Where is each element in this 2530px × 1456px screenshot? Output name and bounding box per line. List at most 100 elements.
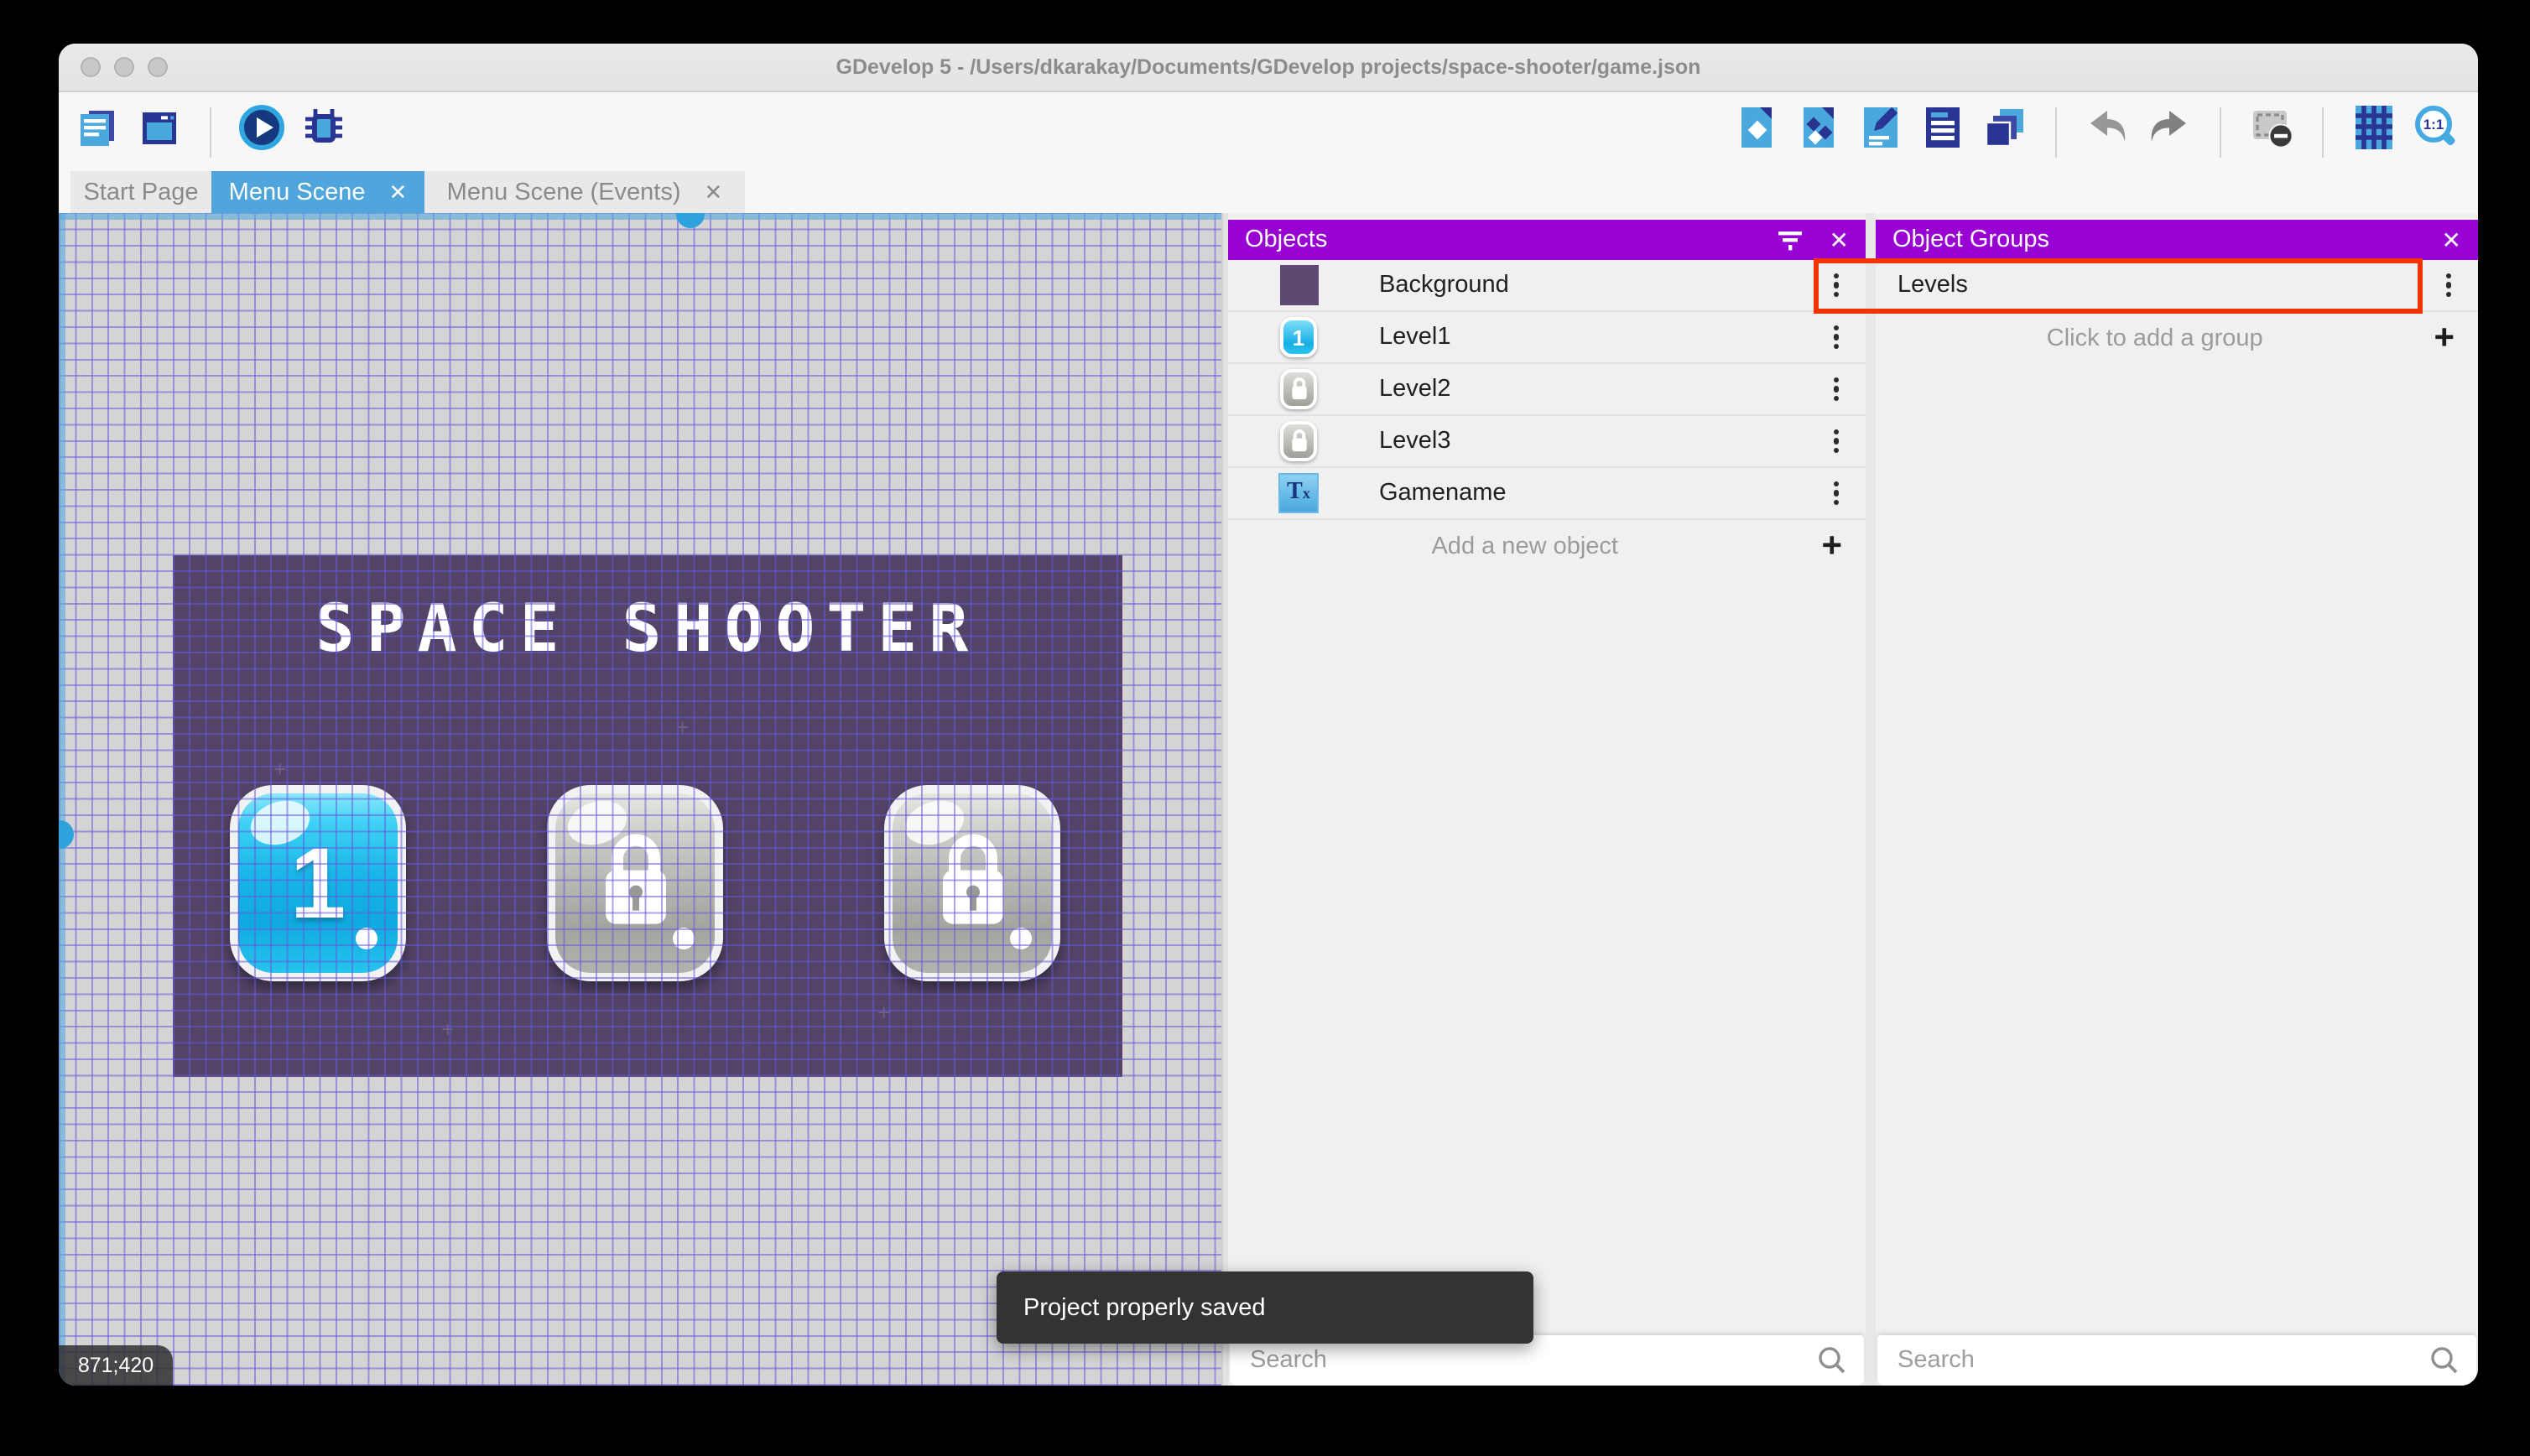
gloss-dot bbox=[1010, 928, 1032, 949]
toolbar-divider bbox=[2055, 107, 2057, 157]
object-menu-icon[interactable] bbox=[1834, 273, 1839, 297]
game-title-text: SPACE SHOOTER bbox=[173, 592, 1122, 668]
tab-label: Menu Scene (Events) bbox=[447, 179, 681, 205]
object-groups-panel: Object Groups ✕ Levels Click to add a gr… bbox=[1876, 213, 2478, 1386]
open-object-groups-button[interactable] bbox=[1795, 108, 1842, 155]
object-name: Level3 bbox=[1379, 428, 1450, 455]
filter-icon[interactable] bbox=[1776, 226, 1806, 253]
preview-button[interactable] bbox=[238, 108, 285, 155]
level2-lock-thumbnail bbox=[1278, 369, 1319, 409]
group-menu-icon[interactable] bbox=[2446, 273, 2451, 297]
objects-panel-empty-area bbox=[1228, 572, 1866, 1335]
object-groups-panel-header: Object Groups ✕ bbox=[1876, 220, 2478, 260]
object-row-level3[interactable]: Level3 bbox=[1228, 416, 1866, 468]
group-row-levels[interactable]: Levels bbox=[1876, 260, 2478, 312]
grid-icon bbox=[2350, 104, 2397, 159]
star-decoration: + bbox=[676, 715, 689, 740]
tab-label: Start Page bbox=[83, 179, 198, 205]
level1-thumbnail: 1 bbox=[1278, 317, 1319, 357]
object-row-gamename[interactable]: Tx Gamename bbox=[1228, 468, 1866, 520]
tab-start-page[interactable]: Start Page bbox=[70, 171, 211, 213]
level1-number: 1 bbox=[238, 793, 398, 973]
level3-lock-thumbnail bbox=[1278, 421, 1319, 461]
panel-divider[interactable] bbox=[1221, 213, 1228, 1386]
add-group-row[interactable]: Click to add a group + bbox=[1876, 312, 2478, 364]
object-name: Level1 bbox=[1379, 324, 1450, 351]
toolbar-divider bbox=[2220, 107, 2221, 157]
screen: GDevelop 5 - /Users/dkarakay/Documents/G… bbox=[0, 0, 2530, 1456]
project-manager-button[interactable] bbox=[74, 108, 121, 155]
close-tab-icon[interactable]: ✕ bbox=[705, 181, 723, 203]
object-name: Background bbox=[1379, 272, 1509, 299]
add-group-label: Click to add a group bbox=[1876, 325, 2434, 351]
close-panel-icon[interactable]: ✕ bbox=[2442, 226, 2461, 254]
project-manager-icon bbox=[74, 104, 121, 159]
objects-panel-title: Objects bbox=[1245, 226, 1752, 253]
open-objects-panel-button[interactable] bbox=[1733, 108, 1780, 155]
open-layers-button[interactable] bbox=[1981, 108, 2028, 155]
undo-icon bbox=[2084, 104, 2131, 159]
open-instances-list-button[interactable] bbox=[1919, 108, 1966, 155]
object-groups-panel-icon bbox=[1795, 104, 1842, 159]
debug-button[interactable] bbox=[300, 108, 347, 155]
scene-window-icon bbox=[136, 104, 183, 159]
toggle-window-mask-button[interactable] bbox=[2248, 108, 2295, 155]
gloss-dot bbox=[673, 928, 695, 949]
object-menu-icon[interactable] bbox=[1834, 325, 1839, 349]
redo-button[interactable] bbox=[2146, 108, 2193, 155]
selection-edge-top bbox=[59, 213, 1221, 220]
object-menu-icon[interactable] bbox=[1834, 429, 1839, 453]
add-object-row[interactable]: Add a new object + bbox=[1228, 520, 1866, 572]
star-decoration: + bbox=[273, 757, 286, 782]
selection-handle-top[interactable] bbox=[676, 213, 705, 228]
debug-bug-icon bbox=[300, 104, 347, 159]
properties-pencil-icon bbox=[1857, 104, 1904, 159]
level3-button-instance[interactable] bbox=[884, 785, 1060, 981]
lock-icon bbox=[934, 833, 1011, 930]
grid-settings-button[interactable] bbox=[2350, 108, 2397, 155]
background-instance[interactable]: SPACE SHOOTER + + + + + 1 bbox=[173, 555, 1122, 1077]
preview-play-icon bbox=[237, 102, 287, 161]
gdevelop-window: GDevelop 5 - /Users/dkarakay/Documents/G… bbox=[59, 44, 2478, 1386]
panel-divider[interactable] bbox=[1866, 213, 1876, 1386]
close-tab-icon[interactable]: ✕ bbox=[389, 181, 408, 203]
object-menu-icon[interactable] bbox=[1834, 481, 1839, 505]
objects-panel: Objects ✕ Background 1 Level1 bbox=[1228, 213, 1866, 1386]
selection-handle-left[interactable] bbox=[59, 820, 74, 849]
objects-search-input[interactable] bbox=[1230, 1347, 1817, 1374]
open-properties-button[interactable] bbox=[1857, 108, 1904, 155]
object-row-level2[interactable]: Level2 bbox=[1228, 364, 1866, 416]
plus-icon[interactable]: + bbox=[2434, 320, 2455, 356]
plus-icon[interactable]: + bbox=[1821, 528, 1842, 564]
object-groups-panel-title: Object Groups bbox=[1892, 226, 2418, 253]
instances-list-icon bbox=[1919, 104, 1966, 159]
save-toast: Project properly saved bbox=[997, 1271, 1533, 1344]
background-thumbnail bbox=[1278, 265, 1319, 305]
object-row-level1[interactable]: 1 Level1 bbox=[1228, 312, 1866, 364]
zoom-reset-button[interactable]: 1:1 bbox=[2413, 108, 2460, 155]
undo-button[interactable] bbox=[2084, 108, 2131, 155]
object-name: Gamename bbox=[1379, 480, 1507, 507]
star-decoration: + bbox=[441, 1017, 454, 1042]
tab-menu-scene-events[interactable]: Menu Scene (Events) ✕ bbox=[424, 171, 745, 213]
scene-canvas[interactable]: SPACE SHOOTER + + + + + 1 bbox=[59, 213, 1221, 1386]
objects-panel-icon bbox=[1733, 104, 1780, 159]
object-menu-icon[interactable] bbox=[1834, 377, 1839, 401]
close-panel-icon[interactable]: ✕ bbox=[1830, 226, 1849, 254]
add-object-label: Add a new object bbox=[1228, 533, 1821, 559]
level1-button-instance[interactable]: 1 bbox=[230, 785, 406, 981]
selection-edge-left bbox=[59, 213, 65, 1386]
title-bar: GDevelop 5 - /Users/dkarakay/Documents/G… bbox=[59, 44, 2478, 92]
object-row-background[interactable]: Background bbox=[1228, 260, 1866, 312]
object-groups-empty-area bbox=[1876, 364, 2478, 1335]
zoom-1-1-icon: 1:1 bbox=[2413, 104, 2460, 159]
scene-window-button[interactable] bbox=[136, 108, 183, 155]
tab-menu-scene[interactable]: Menu Scene ✕ bbox=[211, 171, 424, 213]
groups-search-input[interactable] bbox=[1877, 1347, 2429, 1374]
editor-content: SPACE SHOOTER + + + + + 1 bbox=[59, 213, 2478, 1386]
redo-icon bbox=[2146, 104, 2193, 159]
level2-button-instance[interactable] bbox=[547, 785, 723, 981]
groups-search-box bbox=[1877, 1335, 2476, 1386]
search-icon bbox=[1817, 1345, 1847, 1375]
objects-panel-header: Objects ✕ bbox=[1228, 220, 1866, 260]
